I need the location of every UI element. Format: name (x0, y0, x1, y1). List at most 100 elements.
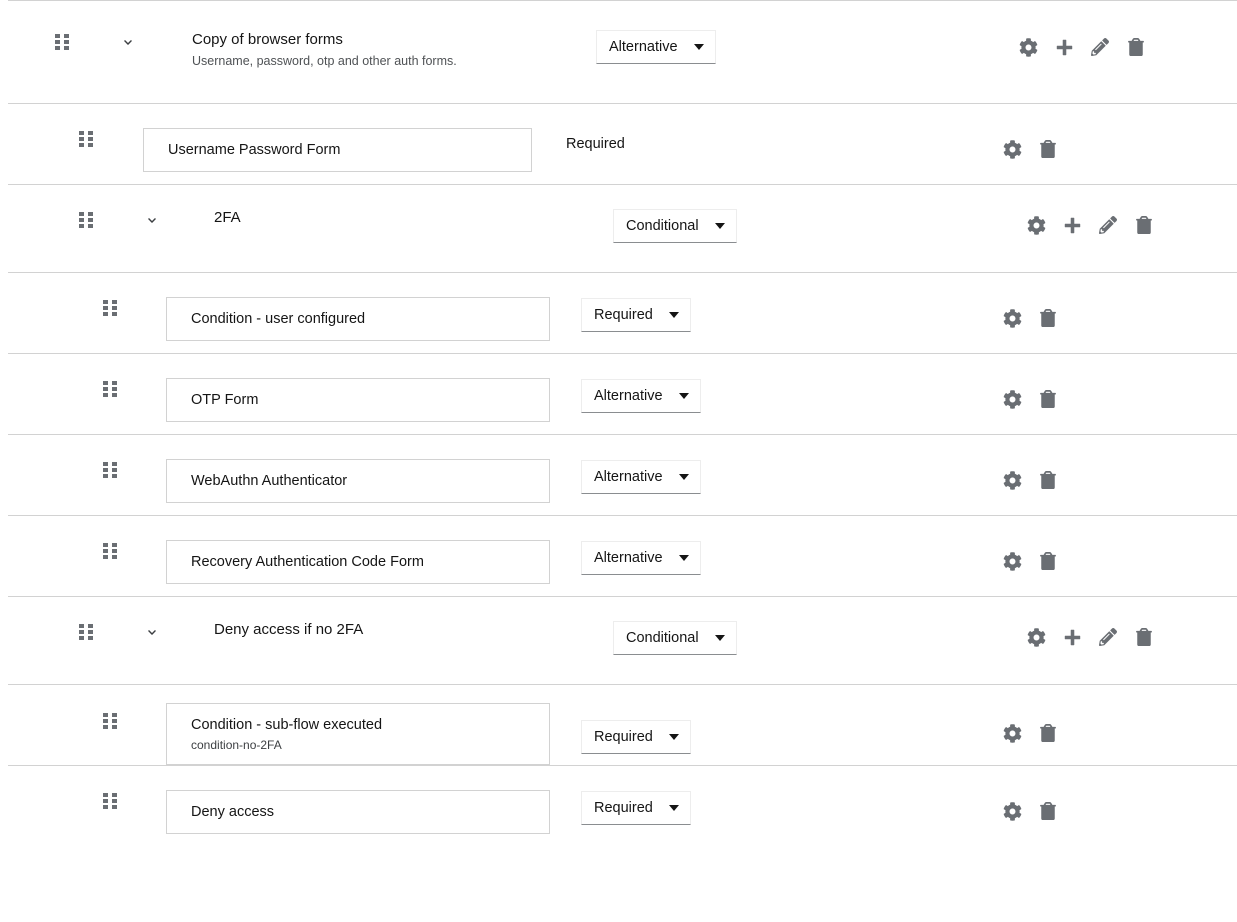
execution-name: Recovery Authentication Code Form (191, 552, 525, 572)
flow-title-block: Deny access if no 2FA (214, 618, 363, 640)
execution-card[interactable]: Deny access (166, 790, 550, 834)
requirement-value: Alternative (594, 550, 663, 566)
drag-handle-icon[interactable] (103, 713, 117, 729)
chevron-down-icon[interactable] (143, 623, 161, 641)
row-actions (1018, 619, 1162, 655)
drag-handle-icon[interactable] (103, 381, 117, 397)
requirement-select[interactable]: Required (581, 720, 691, 754)
trash-icon[interactable] (1126, 207, 1162, 243)
requirement-select[interactable]: Conditional (613, 621, 737, 655)
pencil-icon[interactable] (1082, 29, 1118, 65)
requirement-select[interactable]: Alternative (581, 379, 701, 413)
gear-icon[interactable] (994, 381, 1030, 417)
requirement-value: Required (594, 800, 653, 816)
chevron-down-icon (669, 734, 679, 740)
trash-icon[interactable] (1030, 543, 1066, 579)
gear-icon[interactable] (994, 300, 1030, 336)
requirement-select[interactable]: Alternative (596, 30, 716, 64)
gear-icon[interactable] (994, 715, 1030, 751)
trash-icon[interactable] (1030, 715, 1066, 751)
trash-icon[interactable] (1126, 619, 1162, 655)
trash-icon[interactable] (1030, 462, 1066, 498)
trash-icon[interactable] (1118, 29, 1154, 65)
gear-icon[interactable] (1010, 29, 1046, 65)
flow-row: OTP Form Alternative (8, 353, 1237, 434)
execution-alias: condition-no-2FA (191, 737, 525, 753)
gear-icon[interactable] (994, 131, 1030, 167)
execution-name: Condition - sub-flow executed (191, 715, 525, 735)
requirement-value: Alternative (609, 39, 678, 55)
drag-handle-icon[interactable] (103, 543, 117, 559)
flow-title-block: Copy of browser forms Username, password,… (192, 28, 457, 70)
execution-card[interactable]: WebAuthn Authenticator (166, 459, 550, 503)
drag-handle-icon[interactable] (79, 131, 93, 147)
row-actions (994, 543, 1066, 579)
flow-row: Condition - user configured Required (8, 272, 1237, 353)
execution-card[interactable]: Recovery Authentication Code Form (166, 540, 550, 584)
requirement-select[interactable]: Required (581, 298, 691, 332)
row-actions (994, 381, 1066, 417)
drag-handle-icon[interactable] (79, 624, 93, 640)
chevron-down-icon (679, 555, 689, 561)
requirement-select[interactable]: Required (581, 791, 691, 825)
requirement-cell: Required (581, 720, 691, 754)
pencil-icon[interactable] (1090, 619, 1126, 655)
chevron-down-icon (715, 223, 725, 229)
flow-description: Username, password, otp and other auth f… (192, 53, 457, 70)
trash-icon[interactable] (1030, 793, 1066, 829)
execution-card[interactable]: Condition - sub-flow executed condition-n… (166, 703, 550, 765)
chevron-down-icon (669, 805, 679, 811)
pencil-icon[interactable] (1090, 207, 1126, 243)
execution-card[interactable]: OTP Form (166, 378, 550, 422)
requirement-cell: Conditional (613, 621, 737, 655)
gear-icon[interactable] (994, 543, 1030, 579)
flow-row: 2FA Conditional (8, 184, 1237, 272)
chevron-down-icon[interactable] (119, 33, 137, 51)
requirement-cell: Alternative (581, 541, 701, 575)
gear-icon[interactable] (994, 462, 1030, 498)
chevron-down-icon (679, 393, 689, 399)
execution-name: Deny access (191, 802, 525, 822)
flow-row: Deny access if no 2FA Conditional (8, 596, 1237, 684)
execution-name: Username Password Form (168, 140, 507, 160)
requirement-cell: Required (566, 127, 625, 161)
execution-name: WebAuthn Authenticator (191, 471, 525, 491)
drag-handle-icon[interactable] (103, 793, 117, 809)
requirement-select[interactable]: Alternative (581, 541, 701, 575)
requirement-select[interactable]: Alternative (581, 460, 701, 494)
row-actions (1010, 29, 1154, 65)
execution-card[interactable]: Condition - user configured (166, 297, 550, 341)
row-actions (994, 300, 1066, 336)
row-actions (994, 715, 1066, 751)
authentication-flow-table: Copy of browser forms Username, password,… (0, 0, 1237, 846)
flow-row: Deny access Required (8, 765, 1237, 846)
plus-icon[interactable] (1054, 207, 1090, 243)
requirement-cell: Conditional (613, 209, 737, 243)
trash-icon[interactable] (1030, 300, 1066, 336)
drag-handle-icon[interactable] (103, 462, 117, 478)
gear-icon[interactable] (1018, 207, 1054, 243)
drag-handle-icon[interactable] (79, 212, 93, 228)
row-actions (994, 131, 1066, 167)
gear-icon[interactable] (994, 793, 1030, 829)
row-actions (994, 793, 1066, 829)
row-actions (994, 462, 1066, 498)
plus-icon[interactable] (1046, 29, 1082, 65)
trash-icon[interactable] (1030, 381, 1066, 417)
chevron-down-icon (679, 474, 689, 480)
gear-icon[interactable] (1018, 619, 1054, 655)
trash-icon[interactable] (1030, 131, 1066, 167)
flow-row: Username Password Form Required (8, 103, 1237, 184)
flow-title: 2FA (214, 208, 241, 228)
drag-handle-icon[interactable] (55, 34, 69, 50)
drag-handle-icon[interactable] (103, 300, 117, 316)
chevron-down-icon[interactable] (143, 211, 161, 229)
plus-icon[interactable] (1054, 619, 1090, 655)
flow-row: WebAuthn Authenticator Alternative (8, 434, 1237, 515)
execution-card[interactable]: Username Password Form (143, 128, 532, 172)
requirement-select[interactable]: Conditional (613, 209, 737, 243)
chevron-down-icon (694, 44, 704, 50)
requirement-cell: Alternative (581, 460, 701, 494)
requirement-value: Alternative (594, 469, 663, 485)
flow-title: Copy of browser forms (192, 30, 457, 50)
